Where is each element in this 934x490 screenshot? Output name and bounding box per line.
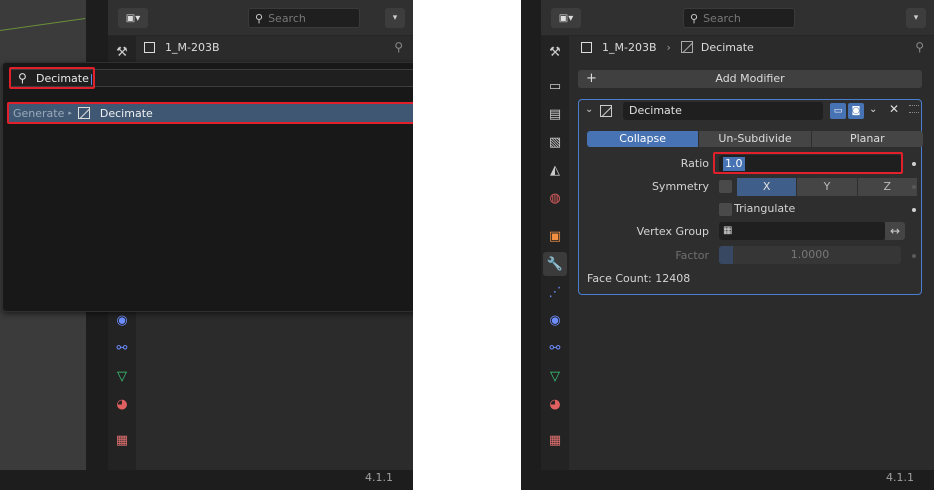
- add-modifier-label: Add Modifier: [715, 72, 785, 85]
- constraints-tab-icon[interactable]: ⚯: [543, 336, 567, 360]
- left-screenshot-panel: ▣▾ ⚲ Search ▾ ⚒ ◉ ⚯ ▽ ◕ ▦ 1_M-203B ⚲ ⚲ D…: [0, 0, 413, 490]
- decimate-modifier-icon: [680, 41, 693, 53]
- axis-z-button[interactable]: Z: [857, 178, 917, 196]
- header-options-dropdown[interactable]: ▾: [906, 8, 926, 28]
- search-icon: ⚲: [690, 11, 699, 25]
- search-icon: ⚲: [255, 11, 264, 25]
- search-menu-popup: ⚲ Decimate Generate ▸ Decimate: [2, 62, 413, 312]
- properties-tabs: ⚒ ▭ ▤ ▧ ◭ ◍ ▣ 🔧 ⋰ ◉ ⚯ ▽ ◕ ▦: [541, 36, 569, 470]
- keyframe-dot-icon[interactable]: [912, 162, 916, 166]
- keyframe-dot-icon[interactable]: [912, 254, 916, 258]
- symmetry-label: Symmetry: [651, 180, 709, 193]
- axis-y-button[interactable]: Y: [797, 178, 857, 196]
- realtime-display-icon[interactable]: ▭: [830, 103, 846, 119]
- mode-collapse-button[interactable]: Collapse: [587, 131, 699, 147]
- material-tab-icon[interactable]: ◕: [543, 392, 567, 416]
- triangulate-label: Triangulate: [734, 202, 796, 215]
- factor-slider[interactable]: 1.0000: [719, 246, 901, 264]
- keyframe-dot-icon[interactable]: [912, 208, 916, 212]
- editor-type-button[interactable]: ▣▾: [118, 8, 148, 28]
- object-icon: [581, 41, 592, 53]
- physics-tab-icon[interactable]: ◉: [543, 308, 567, 332]
- triangulate-checkbox[interactable]: [719, 203, 732, 216]
- modifier-tab-icon[interactable]: 🔧: [543, 252, 567, 276]
- invert-vertex-group-icon[interactable]: ↔: [885, 222, 905, 240]
- breadcrumb-object[interactable]: 1_M-203B: [602, 41, 657, 54]
- tool-tab-icon[interactable]: ⚒: [543, 40, 567, 64]
- properties-header: ▣▾ ⚲ Search ▾: [541, 0, 934, 36]
- keyframe-dot-icon[interactable]: [912, 185, 916, 189]
- vertex-group-icon: ▦: [723, 225, 733, 236]
- version-label: 4.1.1: [886, 471, 914, 484]
- vertex-group-input[interactable]: ▦: [719, 222, 885, 240]
- right-screenshot-panel: ▣▾ ⚲ Search ▾ ⚒ ▭ ▤ ▧ ◭ ◍ ▣ 🔧 ⋰ ◉ ⚯ ▽ ◕ …: [521, 0, 934, 490]
- axis-x-button[interactable]: X: [737, 178, 797, 196]
- vertex-group-label: Vertex Group: [636, 225, 709, 238]
- particles-tab-icon[interactable]: ⋰: [543, 280, 567, 304]
- add-modifier-button[interactable]: + Add Modifier: [578, 70, 922, 88]
- editor-type-icon: ▣▾: [558, 12, 574, 24]
- constraints-tab-icon[interactable]: ⚯: [110, 336, 134, 360]
- viewport-axis-line: [0, 18, 86, 31]
- decimate-modifier-icon: [600, 105, 612, 117]
- material-tab-icon[interactable]: ◕: [110, 392, 134, 416]
- mode-planar-button[interactable]: Planar: [811, 131, 923, 147]
- pin-icon[interactable]: ⚲: [915, 40, 924, 54]
- breadcrumb: 1_M-203B › Decimate: [581, 38, 754, 56]
- highlight-box-result: [7, 102, 413, 124]
- editor-type-icon: ▣▾: [125, 12, 141, 24]
- drag-grip-icon[interactable]: [909, 105, 919, 113]
- factor-label: Factor: [675, 249, 709, 262]
- modifier-menu-chevron-icon[interactable]: ⌄: [869, 104, 877, 115]
- modifier-name-field[interactable]: Decimate: [623, 102, 823, 120]
- data-tab-icon[interactable]: ▽: [110, 364, 134, 388]
- output-tab-icon[interactable]: ▤: [543, 102, 567, 126]
- object-tab-icon[interactable]: ▣: [543, 224, 567, 248]
- view-layer-tab-icon[interactable]: ▧: [543, 130, 567, 154]
- face-count-text: Face Count: 12408: [587, 272, 691, 285]
- render-camera-icon[interactable]: ◙: [848, 103, 864, 119]
- breadcrumb-modifier[interactable]: Decimate: [701, 41, 754, 54]
- pin-icon[interactable]: ⚲: [394, 40, 403, 54]
- world-tab-icon[interactable]: ◍: [543, 186, 567, 210]
- modifier-header: ⌄ Decimate ▭ ◙ ⌄ ✕: [579, 100, 921, 122]
- version-label: 4.1.1: [365, 471, 393, 484]
- remove-modifier-icon[interactable]: ✕: [889, 102, 899, 116]
- texture-tab-icon[interactable]: ▦: [110, 428, 134, 452]
- scene-tab-icon[interactable]: ◭: [543, 158, 567, 182]
- factor-value: 1.0000: [790, 248, 830, 261]
- header-options-dropdown[interactable]: ▾: [385, 8, 405, 28]
- texture-tab-icon[interactable]: ▦: [543, 428, 567, 452]
- object-icon: [144, 41, 155, 53]
- mode-unsubdivide-button[interactable]: Un-Subdivide: [699, 131, 811, 147]
- ratio-label: Ratio: [680, 157, 709, 170]
- search-placeholder: Search: [703, 11, 741, 25]
- symmetry-axis-selector: X Y Z: [737, 178, 917, 196]
- search-placeholder: Search: [268, 11, 306, 25]
- properties-search-input[interactable]: ⚲ Search: [248, 8, 360, 28]
- highlight-box-query: [9, 67, 95, 89]
- symmetry-checkbox[interactable]: [719, 180, 732, 193]
- breadcrumb: 1_M-203B: [144, 38, 220, 56]
- breadcrumb-object[interactable]: 1_M-203B: [165, 41, 220, 54]
- editor-type-button[interactable]: ▣▾: [551, 8, 581, 28]
- properties-header: ▣▾ ⚲ Search ▾: [108, 0, 413, 36]
- tool-tab-icon[interactable]: ⚒: [110, 40, 134, 64]
- collapse-chevron-icon[interactable]: ⌄: [585, 104, 593, 115]
- factor-slider-fill: [719, 246, 733, 264]
- properties-search-input[interactable]: ⚲ Search: [683, 8, 795, 28]
- plus-icon: +: [586, 71, 597, 86]
- render-tab-icon[interactable]: ▭: [543, 74, 567, 98]
- decimate-modifier-panel: ⌄ Decimate ▭ ◙ ⌄ ✕ Collapse Un-Subdivide…: [578, 99, 923, 295]
- breadcrumb-separator-icon: ›: [666, 40, 671, 54]
- highlight-box-ratio: [713, 152, 903, 174]
- decimate-mode-selector: Collapse Un-Subdivide Planar: [587, 131, 923, 147]
- data-tab-icon[interactable]: ▽: [543, 364, 567, 388]
